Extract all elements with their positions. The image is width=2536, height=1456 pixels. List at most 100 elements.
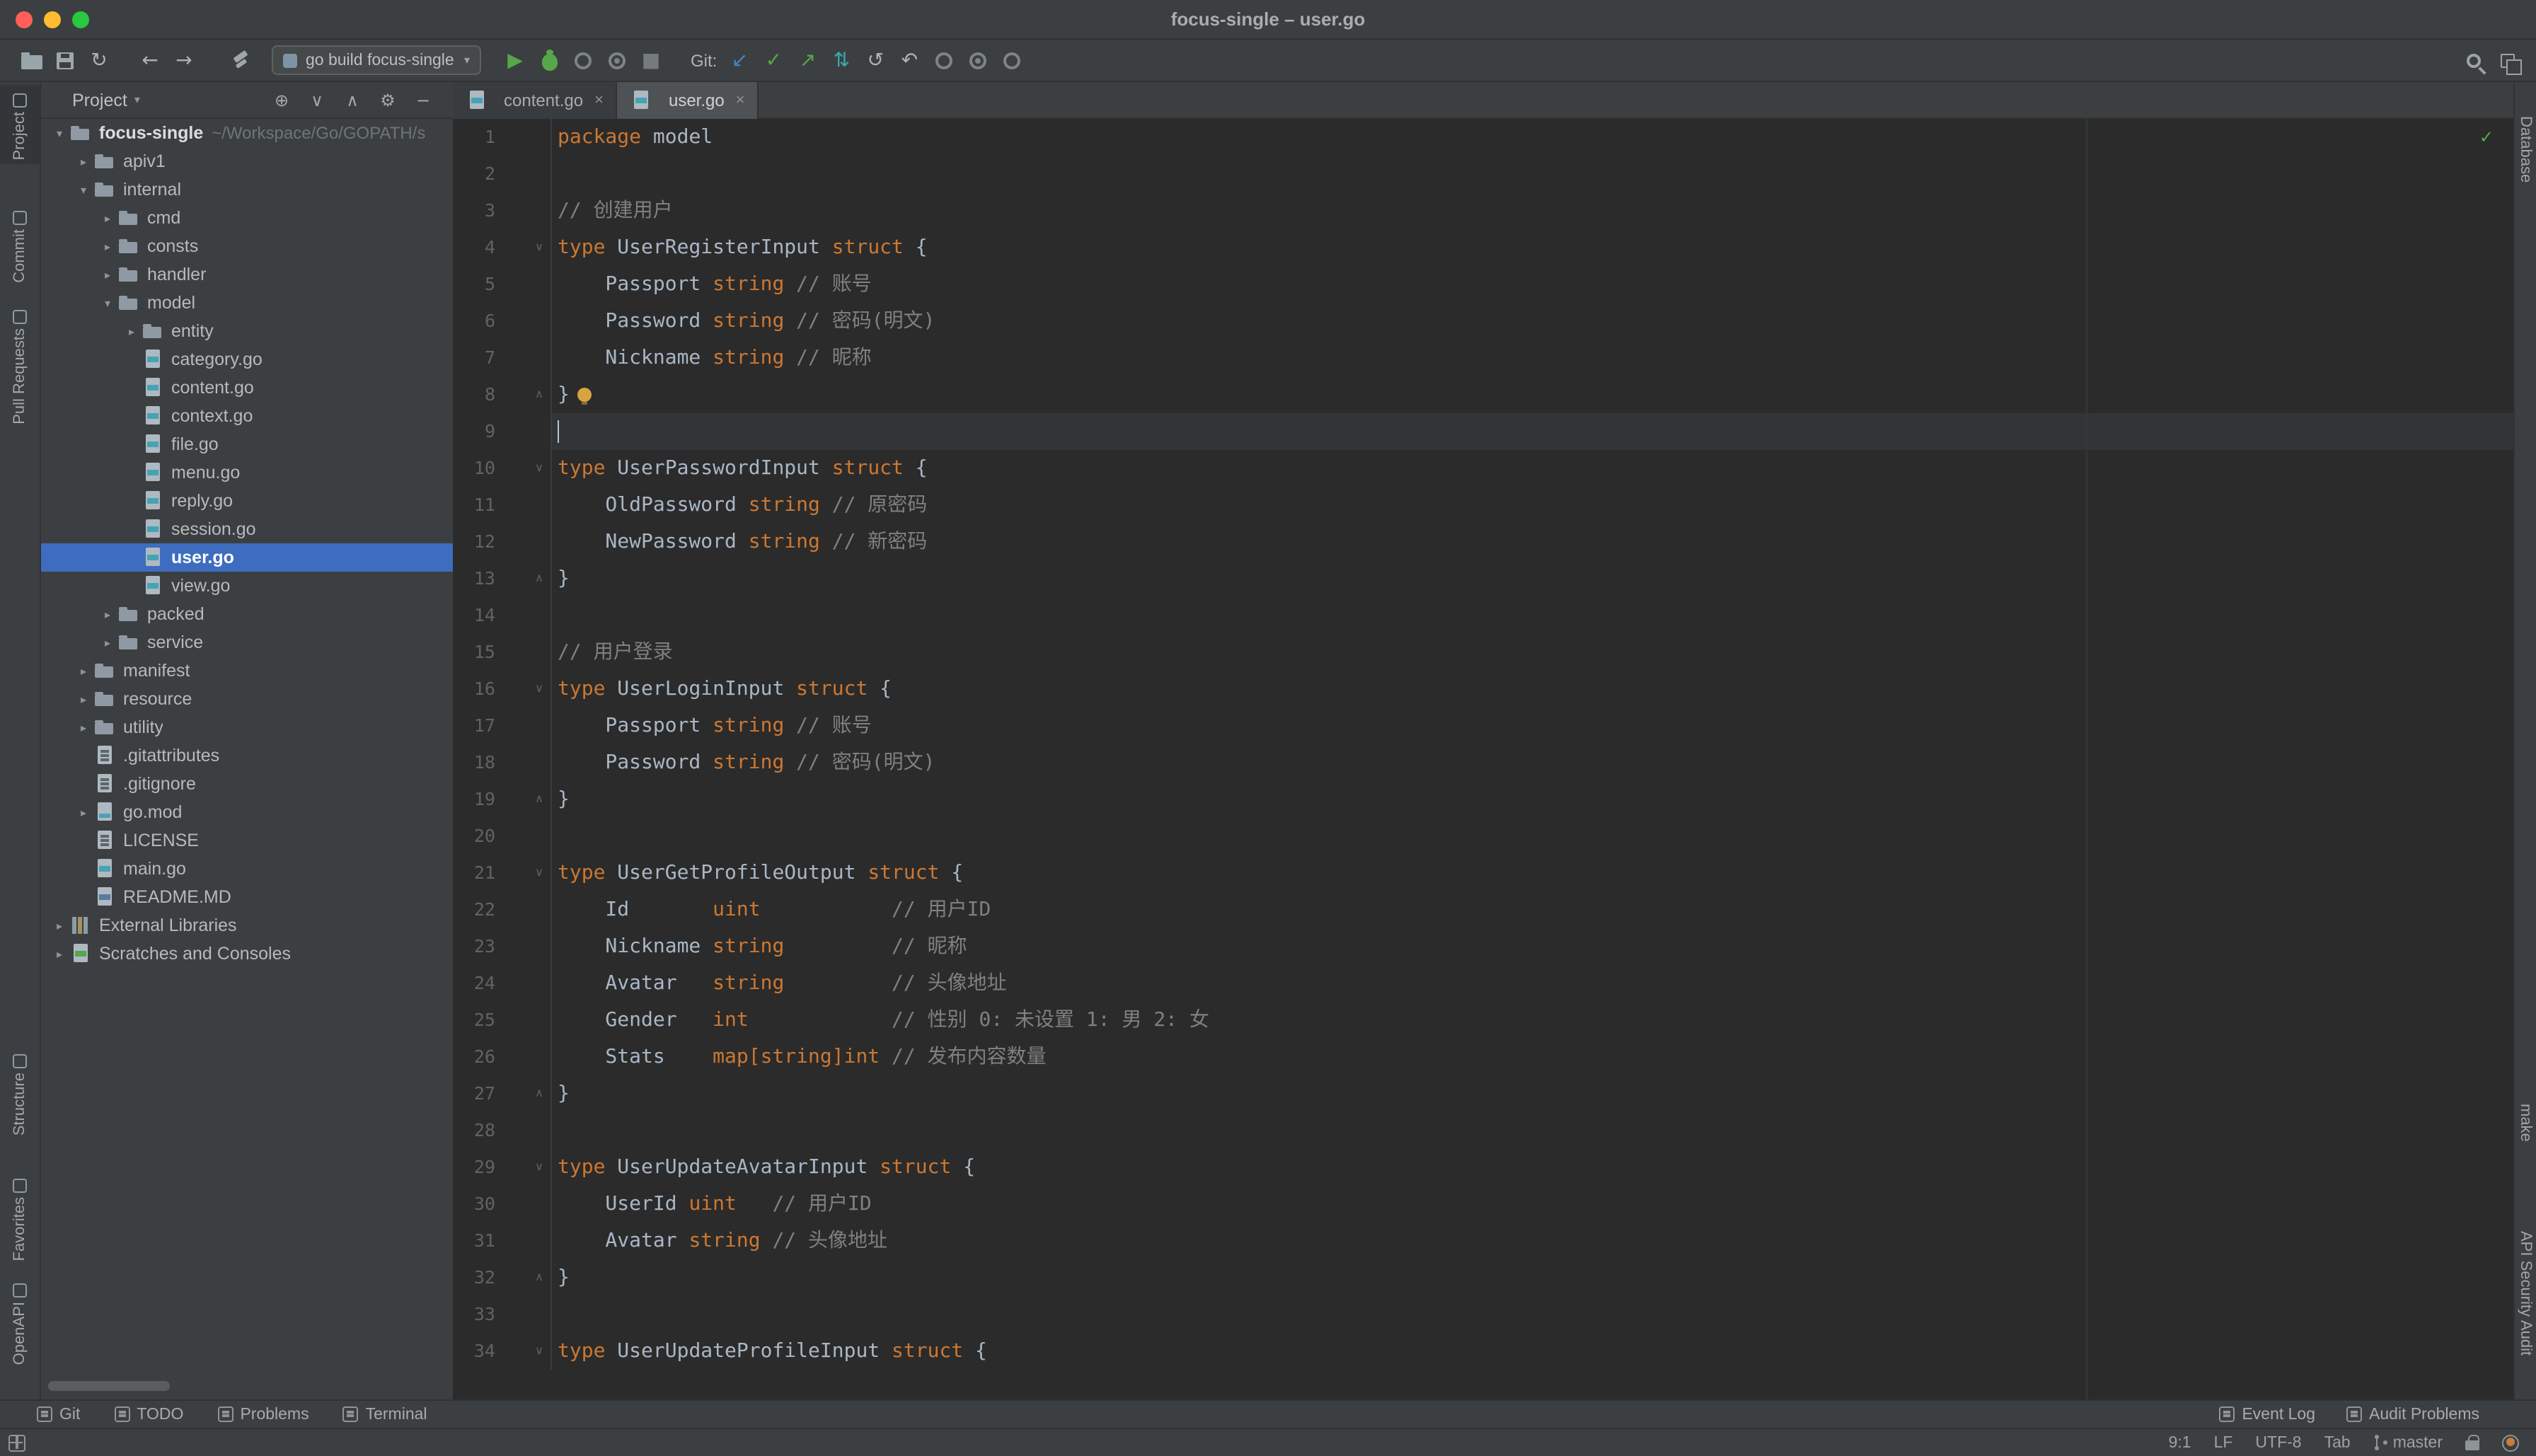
tree-item-main-go[interactable]: main.go [41,855,453,883]
chevron-collapsed-icon[interactable]: ▸ [74,664,93,677]
line-number[interactable]: 11 [453,487,495,524]
tool-window-button-terminal[interactable]: Terminal [343,1406,427,1423]
inspections-ok-icon[interactable]: ✓ [2479,127,2494,147]
line-number[interactable]: 9 [453,413,495,450]
indent-style[interactable]: Tab [2324,1434,2351,1451]
code-text[interactable] [552,156,2513,192]
fold-marker-icon[interactable]: ∨ [528,855,551,891]
chevron-collapsed-icon[interactable]: ▸ [98,608,117,620]
tree-item-reply-go[interactable]: reply.go [41,487,453,515]
line-number[interactable]: 2 [453,156,495,192]
toolbar-extra-icon-2[interactable] [960,45,994,76]
tree-item-manifest[interactable]: ▸manifest [41,657,453,685]
line-number[interactable]: 27 [453,1075,495,1112]
open-folder-icon[interactable] [14,45,48,76]
tree-item-user-go[interactable]: user.go [41,543,453,572]
build-icon[interactable] [224,45,258,76]
git-fetch-icon[interactable]: ⇅ [824,45,858,76]
lock-icon[interactable] [2465,1440,2479,1450]
code-text[interactable] [552,1296,2513,1333]
code-text[interactable]: Password string // 密码(明文) [552,303,2513,340]
line-number[interactable]: 3 [453,192,495,229]
code-text[interactable]: Stats map[string]int // 发布内容数量 [552,1039,2513,1075]
close-tab-icon[interactable]: × [736,92,745,109]
chevron-collapsed-icon[interactable]: ▸ [50,947,69,960]
history-icon[interactable]: ↺ [858,45,892,76]
stripe-button-openapi[interactable]: OpenAPI [0,1279,40,1365]
tree-item-resource[interactable]: ▸resource [41,685,453,713]
hide-panel-icon[interactable]: − [410,87,436,112]
tree-item-view-go[interactable]: view.go [41,572,453,600]
code-text[interactable]: } [552,376,2513,413]
tree-item-focus-single[interactable]: ▾focus-single~/Workspace/Go/GOPATH/s [41,119,453,147]
line-separator[interactable]: LF [2214,1434,2233,1451]
code-text[interactable] [552,413,2513,450]
chevron-collapsed-icon[interactable]: ▸ [74,721,93,734]
chevron-expanded-icon[interactable]: ▾ [98,296,117,309]
code-text[interactable] [552,1112,2513,1149]
fold-marker-icon[interactable]: ∧ [528,1259,551,1296]
tree-item-utility[interactable]: ▸utility [41,713,453,741]
locate-file-icon[interactable]: ⊕ [269,87,294,112]
code-text[interactable]: Passport string // 账号 [552,266,2513,303]
code-text[interactable]: Id uint // 用户ID [552,891,2513,928]
stripe-button-project[interactable]: Project [0,85,40,165]
chevron-collapsed-icon[interactable]: ▸ [98,636,117,649]
code-text[interactable]: Nickname string // 昵称 [552,928,2513,965]
debug-icon[interactable] [532,45,566,76]
tree-item-packed[interactable]: ▸packed [41,600,453,628]
tree-item-cmd[interactable]: ▸cmd [41,204,453,232]
tree-item-menu-go[interactable]: menu.go [41,458,453,487]
fold-marker-icon[interactable]: ∨ [528,450,551,487]
code-text[interactable]: Password string // 密码(明文) [552,744,2513,781]
code-text[interactable]: type UserUpdateProfileInput struct { [552,1333,2513,1370]
chevron-collapsed-icon[interactable]: ▸ [50,919,69,932]
line-number[interactable]: 19 [453,781,495,818]
chevron-collapsed-icon[interactable]: ▸ [122,325,142,337]
tree-item-category-go[interactable]: category.go [41,345,453,374]
tool-window-switcher-icon[interactable] [8,1434,25,1451]
horizontal-scrollbar-thumb[interactable] [48,1381,170,1391]
line-number[interactable]: 15 [453,634,495,671]
tree-item-consts[interactable]: ▸consts [41,232,453,260]
line-number[interactable]: 17 [453,707,495,744]
line-number[interactable]: 22 [453,891,495,928]
tree-item-gitignore[interactable]: .gitignore [41,770,453,798]
line-number[interactable]: 18 [453,744,495,781]
stripe-button-favorites[interactable]: Favorites [0,1174,40,1261]
code-text[interactable]: UserId uint // 用户ID [552,1186,2513,1223]
stripe-button-database[interactable]: Database [2515,116,2536,183]
code-text[interactable]: type UserGetProfileOutput struct { [552,855,2513,891]
tree-item-context-go[interactable]: context.go [41,402,453,430]
tree-item-internal[interactable]: ▾internal [41,175,453,204]
line-number[interactable]: 13 [453,560,495,597]
code-text[interactable]: Passport string // 账号 [552,707,2513,744]
stripe-button-pull-requests[interactable]: Pull Requests [0,306,40,424]
tree-item-gitattributes[interactable]: .gitattributes [41,741,453,770]
code-text[interactable]: } [552,781,2513,818]
settings-gear-icon[interactable]: ⚙ [375,87,400,112]
fold-marker-icon[interactable]: ∨ [528,229,551,266]
tree-item-readme-md[interactable]: README.MD [41,883,453,911]
line-number[interactable]: 34 [453,1333,495,1370]
line-number[interactable]: 29 [453,1149,495,1186]
code-text[interactable]: } [552,1259,2513,1296]
code-text[interactable]: type UserUpdateAvatarInput struct { [552,1149,2513,1186]
fold-marker-icon[interactable]: ∧ [528,560,551,597]
line-number[interactable]: 31 [453,1223,495,1259]
chevron-collapsed-icon[interactable]: ▸ [98,212,117,224]
line-number[interactable]: 14 [453,597,495,634]
restore-layout-icon[interactable] [2491,45,2525,76]
code-text[interactable]: NewPassword string // 新密码 [552,524,2513,560]
chevron-collapsed-icon[interactable]: ▸ [74,155,93,168]
tool-window-button-audit-problems[interactable]: Audit Problems [2346,1406,2479,1423]
git-push-icon[interactable]: ↗ [790,45,824,76]
chevron-collapsed-icon[interactable]: ▸ [98,240,117,253]
collapse-all-icon[interactable]: ∧ [340,87,365,112]
line-number[interactable]: 25 [453,1002,495,1039]
tree-item-external-libraries[interactable]: ▸External Libraries [41,911,453,940]
git-update-icon[interactable]: ↙ [722,45,756,76]
intention-bulb-icon[interactable] [578,388,592,402]
chevron-collapsed-icon[interactable]: ▸ [98,268,117,281]
stripe-button-api-security-audit[interactable]: API Security Audit [2515,1231,2536,1356]
